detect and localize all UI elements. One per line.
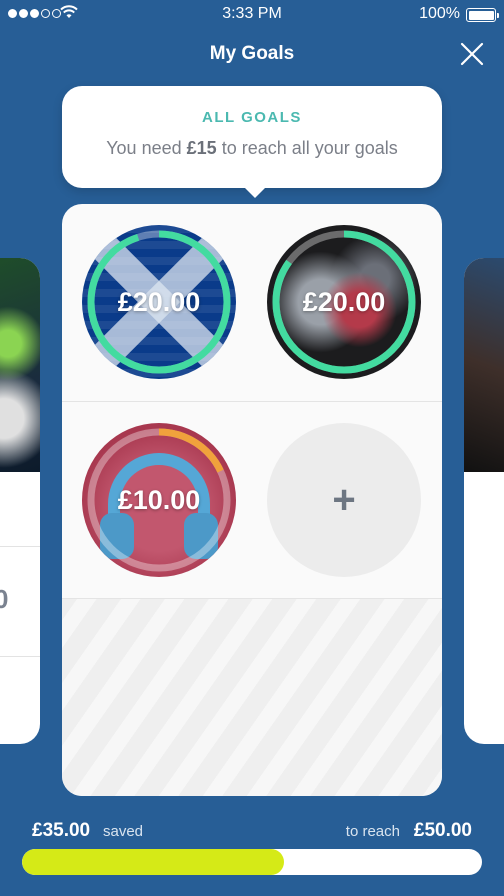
divider xyxy=(0,546,40,547)
target-amount: £50.00 xyxy=(413,820,472,841)
saved-label: saved xyxy=(103,823,144,840)
plus-icon: + xyxy=(332,478,356,522)
goal-amount: £20.00 xyxy=(302,287,386,317)
goal-circle[interactable]: £10.00 xyxy=(82,423,236,577)
goal-amount: £20.00 xyxy=(117,287,201,317)
goal-circle[interactable]: £20.00 xyxy=(267,225,421,379)
next-card-peek[interactable] xyxy=(464,258,504,744)
savings-progress-bar xyxy=(22,849,482,875)
status-bar: 3:33 PM 100% xyxy=(0,0,504,28)
tooltip-message-prefix: You need xyxy=(106,138,182,158)
empty-slot-placeholder xyxy=(62,598,442,796)
saved-amount: £35.00 xyxy=(32,820,91,841)
previous-card-image xyxy=(0,258,40,472)
add-goal-button[interactable]: + xyxy=(267,423,421,577)
page-title: My Goals xyxy=(209,43,295,64)
target-label: to reach xyxy=(345,823,400,840)
goals-card: £20.00 £20.00 £10.00 + xyxy=(62,204,442,796)
previous-card-peek[interactable]: 0 xyxy=(0,258,40,744)
tooltip-title: ALL GOALS xyxy=(202,109,302,126)
tooltip-message-amount: £15 xyxy=(186,138,217,158)
all-goals-tooltip: ALL GOALS You need £15 to reach all your… xyxy=(62,86,442,198)
tooltip-message: You need £15 to reach all your goals xyxy=(62,138,442,159)
battery-percentage: 100% xyxy=(419,5,460,22)
goals-row: £10.00 + xyxy=(62,401,442,598)
savings-progress-fill xyxy=(22,849,285,875)
battery-icon xyxy=(466,8,499,22)
savings-summary: £35.00 saved to reach £50.00 xyxy=(22,818,482,878)
previous-card-partial-value: 0 xyxy=(0,584,9,614)
close-icon xyxy=(460,42,484,66)
goal-amount: £10.00 xyxy=(117,485,201,515)
goal-circle[interactable]: £20.00 xyxy=(82,225,236,379)
next-card-image xyxy=(464,258,504,472)
tooltip-message-suffix: to reach all your goals xyxy=(221,138,398,158)
goals-row: £20.00 £20.00 xyxy=(62,204,442,401)
divider xyxy=(0,656,40,657)
close-button[interactable] xyxy=(460,42,484,66)
